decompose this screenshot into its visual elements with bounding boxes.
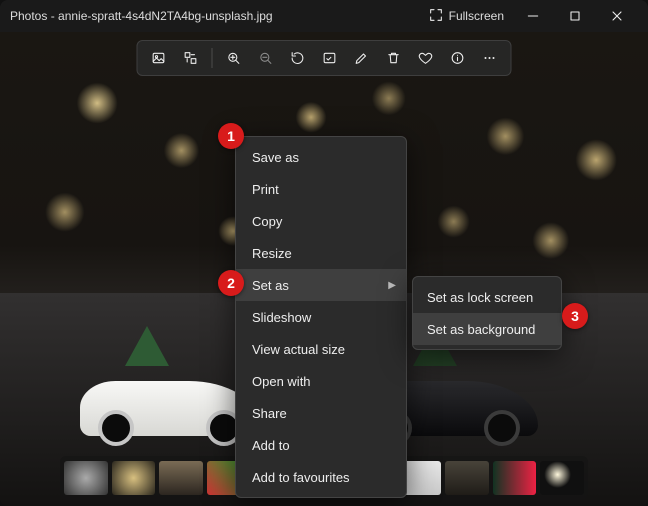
menu-slideshow[interactable]: Slideshow: [236, 301, 406, 333]
crop-button[interactable]: [315, 43, 345, 73]
zoom-in-button[interactable]: [219, 43, 249, 73]
thumbnail[interactable]: [64, 461, 108, 495]
menu-label: Add to favourites: [252, 470, 350, 485]
fullscreen-icon: [428, 7, 444, 26]
callout-3: 3: [562, 303, 588, 329]
zoom-out-button[interactable]: [251, 43, 281, 73]
callout-1: 1: [218, 123, 244, 149]
image-button[interactable]: [144, 43, 174, 73]
menu-share[interactable]: Share: [236, 397, 406, 429]
submenu-set-background[interactable]: Set as background: [413, 313, 561, 345]
menu-save-as[interactable]: Save as: [236, 141, 406, 173]
toolbar: [137, 40, 512, 76]
menu-label: Print: [252, 182, 279, 197]
menu-resize[interactable]: Resize: [236, 237, 406, 269]
thumbnail[interactable]: [112, 461, 156, 495]
menu-label: Share: [252, 406, 287, 421]
thumbnail[interactable]: [540, 461, 584, 495]
titlebar: Photos - annie-spratt-4s4dN2TA4bg-unspla…: [0, 0, 648, 32]
menu-label: Set as lock screen: [427, 290, 533, 305]
favourite-button[interactable]: [411, 43, 441, 73]
minimize-button[interactable]: [512, 0, 554, 32]
submenu-set-as: Set as lock screen Set as background: [412, 276, 562, 350]
menu-open-with[interactable]: Open with: [236, 365, 406, 397]
edit-button[interactable]: [176, 43, 206, 73]
fullscreen-button[interactable]: Fullscreen: [420, 0, 512, 32]
chevron-right-icon: ▶: [388, 280, 396, 291]
menu-add-to[interactable]: Add to: [236, 429, 406, 461]
menu-add-to-favourites[interactable]: Add to favourites: [236, 461, 406, 493]
callout-2: 2: [218, 270, 244, 296]
info-button[interactable]: [443, 43, 473, 73]
window-title: Photos - annie-spratt-4s4dN2TA4bg-unspla…: [10, 9, 420, 23]
menu-view-actual-size[interactable]: View actual size: [236, 333, 406, 365]
menu-label: Set as: [252, 278, 289, 293]
menu-label: Open with: [252, 374, 311, 389]
menu-label: Resize: [252, 246, 292, 261]
more-button[interactable]: [475, 43, 505, 73]
menu-label: Set as background: [427, 322, 535, 337]
thumbnail[interactable]: [493, 461, 537, 495]
maximize-button[interactable]: [554, 0, 596, 32]
delete-button[interactable]: [379, 43, 409, 73]
rotate-button[interactable]: [283, 43, 313, 73]
menu-print[interactable]: Print: [236, 173, 406, 205]
close-button[interactable]: [596, 0, 638, 32]
photo-car-white: [80, 356, 260, 446]
context-menu: Save as Print Copy Resize Set as ▶ Slides…: [235, 136, 407, 498]
menu-label: Copy: [252, 214, 282, 229]
app-window: Photos - annie-spratt-4s4dN2TA4bg-unspla…: [0, 0, 648, 506]
menu-set-as[interactable]: Set as ▶: [236, 269, 406, 301]
menu-label: View actual size: [252, 342, 345, 357]
markup-button[interactable]: [347, 43, 377, 73]
fullscreen-label: Fullscreen: [449, 9, 504, 23]
submenu-set-lock-screen[interactable]: Set as lock screen: [413, 281, 561, 313]
toolbar-separator: [212, 48, 213, 68]
thumbnail[interactable]: [445, 461, 489, 495]
menu-copy[interactable]: Copy: [236, 205, 406, 237]
menu-label: Slideshow: [252, 310, 311, 325]
thumbnail[interactable]: [159, 461, 203, 495]
menu-label: Save as: [252, 150, 299, 165]
menu-label: Add to: [252, 438, 290, 453]
